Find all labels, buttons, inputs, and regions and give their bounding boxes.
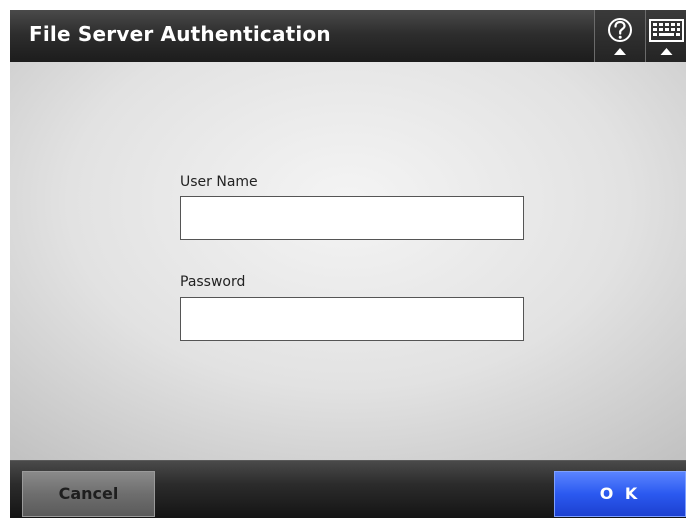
cancel-button[interactable]: Cancel bbox=[22, 471, 155, 517]
keyboard-icon bbox=[649, 19, 684, 55]
footer-bar: Cancel O K bbox=[10, 460, 686, 518]
password-label: Password bbox=[180, 274, 246, 290]
username-input[interactable] bbox=[180, 196, 524, 240]
ok-button[interactable]: O K bbox=[554, 471, 686, 517]
title-bar: File Server Authentication bbox=[10, 10, 686, 62]
password-input[interactable] bbox=[180, 297, 524, 341]
form-panel: User Name Password bbox=[10, 62, 686, 460]
page-title: File Server Authentication bbox=[29, 22, 331, 46]
help-icon bbox=[608, 18, 632, 55]
username-label: User Name bbox=[180, 174, 258, 190]
help-button[interactable] bbox=[594, 10, 645, 62]
keyboard-button[interactable] bbox=[645, 10, 686, 62]
window-frame: File Server Authentication User Name Pas… bbox=[10, 10, 686, 518]
